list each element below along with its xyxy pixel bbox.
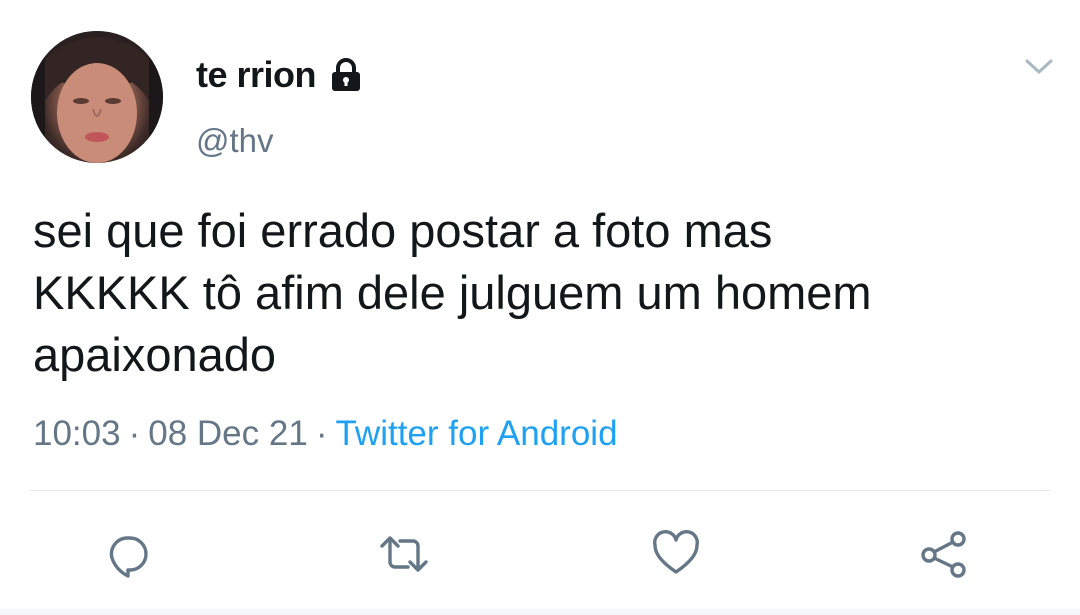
divider <box>30 490 1050 491</box>
tweet-meta: 10:03 · 08 Dec 21 · Twitter for Android <box>33 414 618 454</box>
reply-icon <box>102 528 154 580</box>
avatar[interactable] <box>31 31 163 163</box>
tweet-source-link[interactable]: Twitter for Android <box>335 414 617 453</box>
heart-icon <box>650 528 702 580</box>
reply-button[interactable] <box>102 528 154 580</box>
user-handle[interactable]: @thv <box>196 122 274 160</box>
display-name-row[interactable]: te rrion <box>196 52 364 98</box>
share-button[interactable] <box>918 528 970 580</box>
retweet-icon <box>378 528 430 580</box>
bottom-border <box>0 609 1080 615</box>
tweet-date[interactable]: 08 Dec 21 <box>148 414 308 453</box>
chevron-down-icon[interactable] <box>1024 56 1054 78</box>
meta-separator: · <box>128 414 141 453</box>
retweet-button[interactable] <box>378 528 430 580</box>
tweet-actions <box>0 520 1080 584</box>
tweet-text: sei que foi errado postar a foto mas KKK… <box>33 204 872 381</box>
meta-separator: · <box>315 414 328 453</box>
tweet-time[interactable]: 10:03 <box>33 414 121 453</box>
tweet-card: te rrion @thv sei que foi errado postar … <box>0 0 1080 615</box>
lock-icon <box>328 57 364 93</box>
display-name[interactable]: te rrion <box>196 54 317 96</box>
share-icon <box>918 528 970 580</box>
like-button[interactable] <box>650 528 702 580</box>
